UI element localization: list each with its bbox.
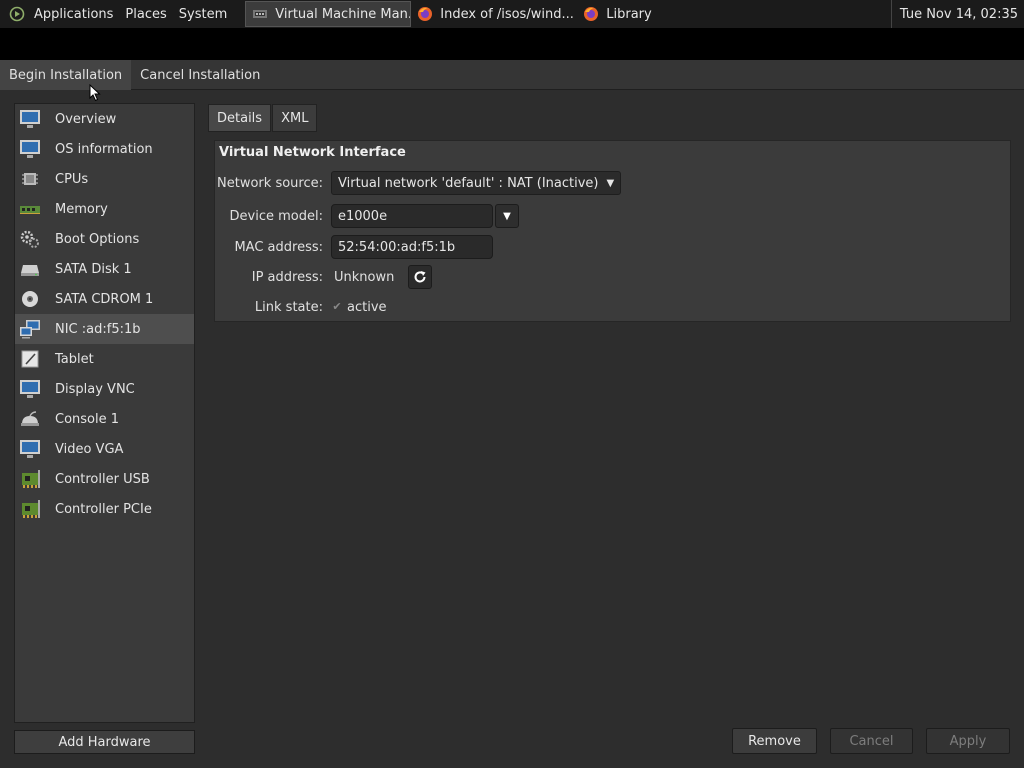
- network-source-value: Virtual network 'default' : NAT (Inactiv…: [338, 175, 599, 191]
- device-model-dropdown-button[interactable]: ▼: [495, 204, 519, 228]
- sidebar-item-controller-usb[interactable]: Controller USB: [15, 464, 194, 494]
- sidebar-item-tablet[interactable]: Tablet: [15, 344, 194, 374]
- view-tabs: Details XML: [208, 104, 318, 132]
- sidebar-item-cpus[interactable]: CPUs: [15, 164, 194, 194]
- gnome-foot-icon[interactable]: [6, 0, 28, 28]
- nic-details-frame: Virtual Network Interface Network source…: [214, 140, 1011, 322]
- top-panel: Applications Places System Virtual Machi…: [0, 0, 1024, 28]
- cancel-installation-button[interactable]: Cancel Installation: [131, 60, 269, 90]
- sidebar-item-label: Boot Options: [55, 231, 140, 247]
- taskbar-label: Library: [606, 6, 652, 22]
- sidebar-item-os-information[interactable]: OS information: [15, 134, 194, 164]
- sidebar-item-label: SATA CDROM 1: [55, 291, 154, 307]
- sidebar-item-label: Overview: [55, 111, 117, 127]
- chevron-down-icon: ▼: [606, 177, 615, 189]
- sidebar-item-console[interactable]: Console 1: [15, 404, 194, 434]
- sidebar-item-nic[interactable]: NIC :ad:f5:1b: [15, 314, 194, 344]
- hardware-list: Overview OS information CPUs Memory Boot…: [14, 103, 195, 723]
- memory-icon: [19, 199, 41, 219]
- applications-menu[interactable]: Applications: [28, 0, 119, 28]
- mac-address-field[interactable]: 52:54:00:ad:f5:1b: [331, 235, 493, 259]
- cancel-button[interactable]: Cancel: [830, 728, 913, 754]
- monitor-icon: [19, 109, 41, 129]
- sidebar-item-label: NIC :ad:f5:1b: [55, 321, 141, 337]
- network-source-label: Network source:: [217, 175, 323, 191]
- mouse-cursor-icon: [89, 83, 101, 102]
- taskbar-virt-manager[interactable]: Virtual Machine Man...: [245, 1, 412, 27]
- sidebar-item-memory[interactable]: Memory: [15, 194, 194, 224]
- controller-icon: [19, 469, 41, 489]
- remove-button[interactable]: Remove: [732, 728, 817, 754]
- apply-button[interactable]: Apply: [926, 728, 1010, 754]
- cpu-icon: [19, 169, 41, 189]
- toolbar: Begin Installation Cancel Installation: [0, 60, 1024, 90]
- device-model-label: Device model:: [229, 208, 323, 224]
- virt-manager-icon: [252, 6, 268, 22]
- network-source-select[interactable]: Virtual network 'default' : NAT (Inactiv…: [331, 171, 622, 195]
- monitor-icon: [19, 439, 41, 459]
- taskbar-firefox-library[interactable]: Library: [577, 1, 667, 27]
- mac-address-label: MAC address:: [234, 239, 323, 255]
- window-titlebar[interactable]: [0, 28, 1024, 60]
- taskbar-label: Index of /isos/wind...: [440, 6, 574, 22]
- system-menu[interactable]: System: [173, 0, 233, 28]
- ip-address-label: IP address:: [251, 269, 323, 285]
- taskbar-label: Virtual Machine Man...: [275, 6, 412, 22]
- ip-address-row: IP address: Unknown: [215, 265, 433, 289]
- tab-details[interactable]: Details: [208, 104, 272, 132]
- sidebar-item-controller-pcie[interactable]: Controller PCIe: [15, 494, 194, 524]
- begin-installation-button[interactable]: Begin Installation: [0, 60, 132, 90]
- panel-clock[interactable]: Tue Nov 14, 02:35: [890, 0, 1024, 28]
- tablet-icon: [19, 349, 41, 369]
- cdrom-icon: [19, 289, 41, 309]
- sidebar-item-label: SATA Disk 1: [55, 261, 132, 277]
- sidebar-item-label: OS information: [55, 141, 153, 157]
- firefox-icon: [583, 6, 599, 22]
- chevron-down-icon: ▼: [503, 210, 511, 222]
- firefox-icon: [417, 6, 433, 22]
- sidebar-item-label: Controller PCIe: [55, 501, 152, 517]
- monitor-icon: [19, 379, 41, 399]
- sidebar-item-label: Tablet: [55, 351, 94, 367]
- sidebar-item-display-vnc[interactable]: Display VNC: [15, 374, 194, 404]
- sidebar-item-label: Video VGA: [55, 441, 124, 457]
- sidebar-item-sata-disk[interactable]: SATA Disk 1: [15, 254, 194, 284]
- tab-xml[interactable]: XML: [272, 104, 318, 132]
- sidebar-item-label: Console 1: [55, 411, 120, 427]
- ip-address-value: Unknown: [334, 269, 395, 285]
- sidebar-item-label: Controller USB: [55, 471, 150, 487]
- refresh-icon: [413, 270, 427, 284]
- taskbar-firefox-index[interactable]: Index of /isos/wind...: [411, 1, 577, 27]
- sidebar-item-overview[interactable]: Overview: [15, 104, 194, 134]
- link-state-value: active: [347, 299, 387, 315]
- device-model-input[interactable]: e1000e: [331, 204, 493, 228]
- network-icon: [19, 319, 41, 339]
- link-state-checkbox[interactable]: ✔: [331, 301, 343, 313]
- console-icon: [19, 409, 41, 429]
- refresh-ip-button[interactable]: [408, 265, 433, 289]
- places-menu[interactable]: Places: [119, 0, 172, 28]
- link-state-label: Link state:: [254, 299, 323, 315]
- disk-icon: [19, 259, 41, 279]
- frame-title: Virtual Network Interface: [219, 145, 406, 160]
- controller-icon: [19, 499, 41, 519]
- network-source-row: Network source: Virtual network 'default…: [215, 171, 622, 195]
- device-model-row: Device model: e1000e ▼: [215, 204, 519, 228]
- sidebar-item-sata-cdrom[interactable]: SATA CDROM 1: [15, 284, 194, 314]
- sidebar-item-boot-options[interactable]: Boot Options: [15, 224, 194, 254]
- add-hardware-button[interactable]: Add Hardware: [14, 730, 195, 754]
- sidebar-item-label: CPUs: [55, 171, 89, 187]
- sidebar-item-label: Memory: [55, 201, 108, 217]
- link-state-row: Link state: ✔ active: [215, 295, 387, 319]
- mac-address-row: MAC address: 52:54:00:ad:f5:1b: [215, 235, 493, 259]
- monitor-icon: [19, 139, 41, 159]
- sidebar-item-video-vga[interactable]: Video VGA: [15, 434, 194, 464]
- gears-icon: [19, 229, 41, 249]
- sidebar-item-label: Display VNC: [55, 381, 135, 397]
